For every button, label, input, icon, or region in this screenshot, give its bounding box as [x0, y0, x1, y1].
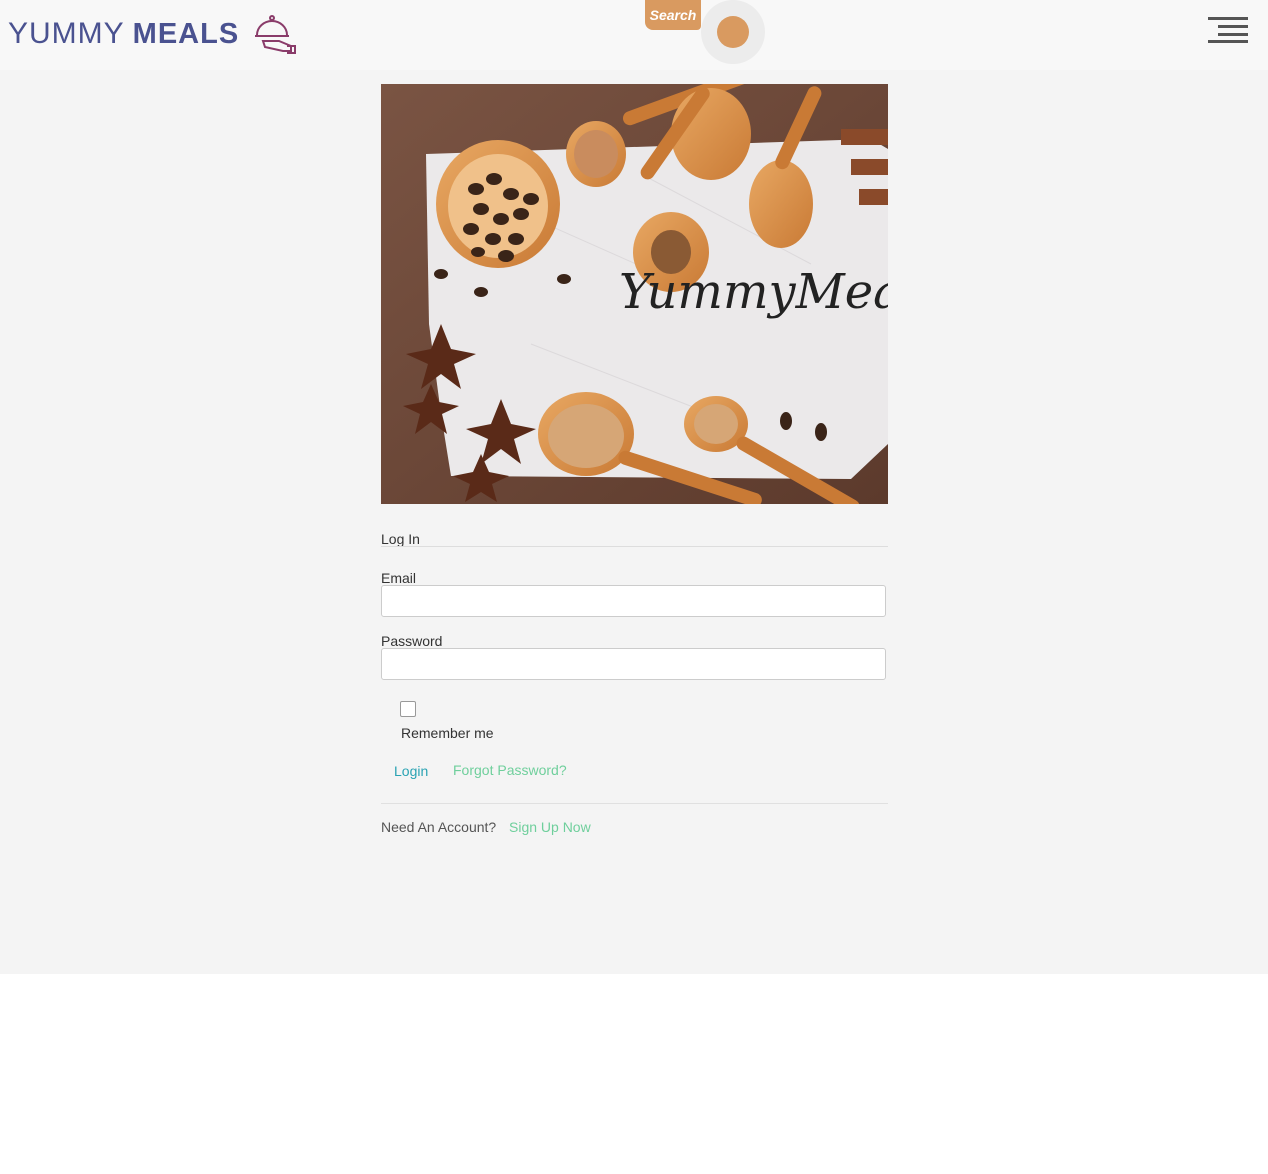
brand-logo[interactable]: YUMMY MEALS	[8, 14, 297, 54]
email-label: Email	[381, 570, 417, 586]
email-field[interactable]	[381, 585, 886, 617]
logo-word-yummy: YUMMY	[8, 17, 125, 50]
login-button[interactable]: Login	[394, 763, 428, 779]
search-button[interactable]: Search	[645, 0, 701, 30]
hero-image: YummyMeals	[381, 84, 888, 504]
divider	[381, 803, 888, 804]
form-heading: Log In	[381, 531, 420, 547]
sign-up-link[interactable]: Sign Up Now	[509, 819, 591, 835]
search-toggle[interactable]	[701, 0, 765, 64]
need-account-text: Need An Account?	[381, 819, 497, 835]
logo-word-meals: MEALS	[132, 17, 240, 50]
remember-me-checkbox[interactable]	[400, 701, 416, 717]
remember-me-label: Remember me	[401, 725, 494, 741]
search-dot-icon	[717, 16, 749, 48]
divider	[381, 546, 888, 547]
forgot-password-link[interactable]: Forgot Password?	[453, 762, 567, 778]
top-navbar: YUMMY MEALS Search	[0, 0, 1268, 70]
hero-title: YummyMeals	[619, 264, 888, 320]
password-field[interactable]	[381, 648, 886, 680]
hamburger-menu-icon[interactable]	[1208, 17, 1248, 43]
serving-cloche-icon	[255, 15, 297, 54]
password-label: Password	[381, 633, 443, 649]
